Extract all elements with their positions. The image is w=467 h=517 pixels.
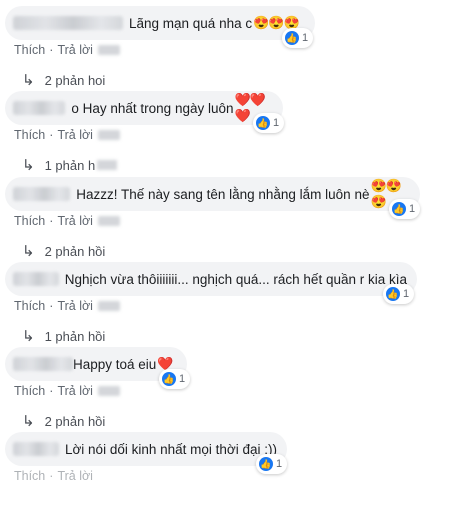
reply-link[interactable]: Trả lời xyxy=(57,43,93,57)
thumbs-up-icon: 👍 xyxy=(392,202,406,216)
comment-bubble: Lời nói dối kinh nhất mọi thời đại :)) xyxy=(5,432,287,466)
reaction-count: 1 xyxy=(409,203,416,215)
like-link[interactable]: Thích xyxy=(14,214,45,228)
reaction-count: 1 xyxy=(273,117,280,129)
reaction-summary[interactable]: 👍 1 xyxy=(389,199,421,219)
reaction-summary[interactable]: 👍 1 xyxy=(159,369,191,389)
blurred-author-name xyxy=(13,16,123,30)
comment-text: Nghịch vừa thôiiiiiii... nghịch quá... r… xyxy=(64,271,407,287)
comment-text: o Hay nhất trong ngày luôn xyxy=(71,100,234,116)
thumbs-up-icon: 👍 xyxy=(256,116,270,130)
reply-link[interactable]: Trả lời xyxy=(57,299,93,313)
separator: · xyxy=(49,469,54,483)
reply-arrow-icon: ↳ xyxy=(22,72,35,89)
comment-3: Hazzz! Thế này sang tên lằng nhằng lắm l… xyxy=(0,177,467,262)
reply-link[interactable]: Trả lời xyxy=(57,384,93,398)
replies-count: 2 phản hồi xyxy=(44,413,106,429)
comment-bubble: Nghịch vừa thôiiiiiii... nghịch quá... r… xyxy=(5,262,417,296)
view-replies-link[interactable]: ↳ 2 phản hồi xyxy=(22,242,105,260)
blurred-author-name xyxy=(13,442,59,456)
blurred-author-name xyxy=(13,272,59,286)
reaction-count: 1 xyxy=(302,32,309,44)
like-link[interactable]: Thích xyxy=(14,299,45,313)
comment-1: Lãng mạn quá nha c 😍😍😍 👍 1 Thích · Trả l… xyxy=(0,6,467,91)
comment-actions: Thích · Trả lời xyxy=(14,384,120,398)
blurred-timestamp xyxy=(97,216,120,226)
like-link[interactable]: Thích xyxy=(14,384,45,398)
reaction-summary[interactable]: 👍 1 xyxy=(383,284,415,304)
reply-arrow-icon: ↳ xyxy=(22,413,35,430)
reaction-count: 1 xyxy=(179,373,186,385)
comment-actions: Thích · Trả lời xyxy=(14,299,120,313)
separator: · xyxy=(49,299,54,313)
view-replies-link[interactable]: ↳ 2 phản hồi xyxy=(22,412,105,430)
separator: · xyxy=(49,214,54,228)
blurred-timestamp xyxy=(97,301,120,311)
reaction-summary[interactable]: 👍 1 xyxy=(282,28,314,48)
blurred-timestamp xyxy=(97,45,120,55)
blurred-timestamp xyxy=(97,130,120,140)
comment-bubble: Hazzz! Thế này sang tên lằng nhằng lắm l… xyxy=(5,177,420,211)
view-replies-link[interactable]: ↳ 2 phản hoi xyxy=(22,71,105,89)
comment-text: Lời nói dối kinh nhất mọi thời đại :)) xyxy=(64,441,277,457)
comment-actions: Thích · Trả lời xyxy=(14,128,120,142)
comment-bubble: Lãng mạn quá nha c 😍😍😍 xyxy=(5,6,315,40)
view-replies-link[interactable]: ↳ 1 phản h xyxy=(22,156,118,174)
replies-count: 1 phản hồi xyxy=(44,328,106,344)
comment-text: Lãng mạn quá nha c xyxy=(129,15,253,31)
replies-count: 2 phản hồi xyxy=(44,243,106,259)
blurred-author-name xyxy=(13,101,66,115)
reply-link[interactable]: Trả lời xyxy=(57,128,93,142)
reaction-summary[interactable]: 👍 1 xyxy=(253,113,285,133)
reaction-count: 1 xyxy=(403,288,410,300)
comment-actions: Thích · Trả lời xyxy=(14,469,93,483)
thumbs-up-icon: 👍 xyxy=(162,372,176,386)
separator: · xyxy=(49,43,54,57)
like-link[interactable]: Thích xyxy=(14,43,45,57)
view-replies-link[interactable]: ↳ 1 phản hồi xyxy=(22,327,105,345)
blurred-text xyxy=(97,160,118,170)
comment-4: Nghịch vừa thôiiiiiii... nghịch quá... r… xyxy=(0,262,467,347)
thumbs-up-icon: 👍 xyxy=(386,287,400,301)
reply-link[interactable]: Trả lời xyxy=(57,469,93,483)
replies-count: 2 phản hoi xyxy=(44,72,106,88)
blurred-author-name xyxy=(13,357,73,371)
replies-count: 1 phản h xyxy=(44,157,96,173)
blurred-author-name xyxy=(13,187,71,201)
comment-5: Happy toá eiu ❤️ 👍 1 Thích · Trả lời ↳ 2… xyxy=(0,347,467,432)
thumbs-up-icon: 👍 xyxy=(285,31,299,45)
comment-bubble: o Hay nhất trong ngày luôn ❤️❤️❤️ xyxy=(5,91,283,125)
reply-arrow-icon: ↳ xyxy=(22,328,35,345)
separator: · xyxy=(49,128,54,142)
comment-text: Hazzz! Thế này sang tên lằng nhằng lắm l… xyxy=(76,186,370,202)
comment-text: Happy toá eiu xyxy=(73,356,157,372)
comment-actions: Thích · Trả lời xyxy=(14,214,120,228)
reply-link[interactable]: Trả lời xyxy=(57,214,93,228)
reaction-count: 1 xyxy=(276,458,283,470)
like-link[interactable]: Thích xyxy=(14,128,45,142)
thumbs-up-icon: 👍 xyxy=(259,457,273,471)
reply-arrow-icon: ↳ xyxy=(22,157,35,174)
comment-actions: Thích · Trả lời xyxy=(14,43,120,57)
like-link[interactable]: Thích xyxy=(14,469,45,483)
separator: · xyxy=(49,384,54,398)
comment-2: o Hay nhất trong ngày luôn ❤️❤️❤️ 👍 1 Th… xyxy=(0,91,467,176)
reply-arrow-icon: ↳ xyxy=(22,243,35,260)
reaction-summary[interactable]: 👍 1 xyxy=(256,454,288,474)
blurred-timestamp xyxy=(97,386,120,396)
comment-6: Lời nói dối kinh nhất mọi thời đại :)) 👍… xyxy=(0,432,467,517)
